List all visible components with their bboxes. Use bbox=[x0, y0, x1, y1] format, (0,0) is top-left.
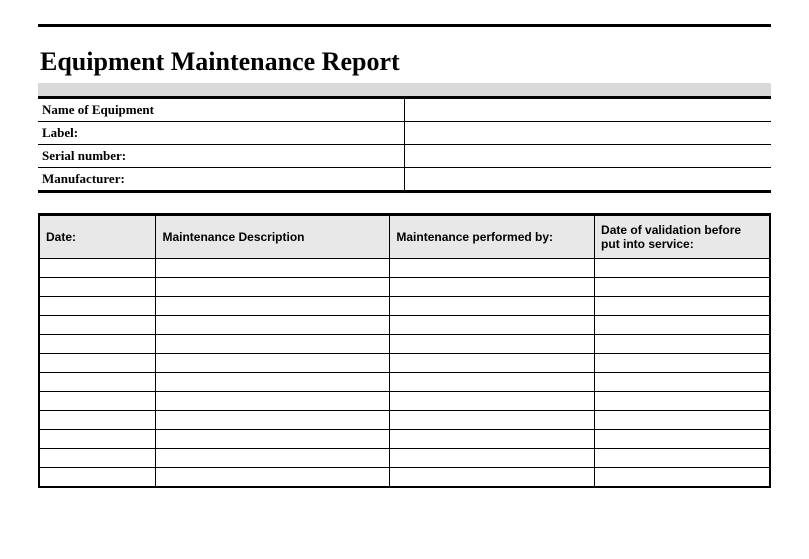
cell-performed-by bbox=[390, 335, 595, 354]
cell-validation bbox=[595, 297, 770, 316]
name-of-equipment-label: Name of Equipment bbox=[38, 99, 405, 122]
cell-date bbox=[39, 430, 156, 449]
report-title: Equipment Maintenance Report bbox=[38, 47, 771, 77]
cell-validation bbox=[595, 373, 770, 392]
cell-date bbox=[39, 278, 156, 297]
manufacturer-label: Manufacturer: bbox=[38, 168, 405, 192]
maintenance-log-table: Date: Maintenance Description Maintenanc… bbox=[38, 213, 771, 488]
table-row bbox=[39, 373, 770, 392]
cell-description bbox=[156, 449, 390, 468]
cell-description bbox=[156, 278, 390, 297]
cell-performed-by bbox=[390, 411, 595, 430]
cell-date bbox=[39, 259, 156, 278]
cell-date bbox=[39, 449, 156, 468]
log-body bbox=[39, 259, 770, 487]
info-row-serial: Serial number: bbox=[38, 145, 771, 168]
cell-description bbox=[156, 316, 390, 335]
cell-validation bbox=[595, 259, 770, 278]
table-row bbox=[39, 335, 770, 354]
title-gray-bar bbox=[38, 83, 771, 99]
cell-validation bbox=[595, 392, 770, 411]
table-row bbox=[39, 259, 770, 278]
name-of-equipment-value bbox=[405, 99, 772, 122]
cell-description bbox=[156, 392, 390, 411]
header-performed-by: Maintenance performed by: bbox=[390, 215, 595, 259]
header-date: Date: bbox=[39, 215, 156, 259]
table-row bbox=[39, 449, 770, 468]
cell-description bbox=[156, 373, 390, 392]
cell-performed-by bbox=[390, 449, 595, 468]
info-row-label: Label: bbox=[38, 122, 771, 145]
cell-description bbox=[156, 354, 390, 373]
cell-validation bbox=[595, 278, 770, 297]
cell-description bbox=[156, 468, 390, 487]
serial-number-value bbox=[405, 145, 772, 168]
cell-validation bbox=[595, 449, 770, 468]
cell-performed-by bbox=[390, 430, 595, 449]
cell-date bbox=[39, 354, 156, 373]
cell-description bbox=[156, 430, 390, 449]
header-description: Maintenance Description bbox=[156, 215, 390, 259]
info-row-manufacturer: Manufacturer: bbox=[38, 168, 771, 192]
cell-date bbox=[39, 468, 156, 487]
serial-number-label: Serial number: bbox=[38, 145, 405, 168]
cell-validation bbox=[595, 430, 770, 449]
cell-performed-by bbox=[390, 297, 595, 316]
cell-description bbox=[156, 335, 390, 354]
label-value bbox=[405, 122, 772, 145]
table-row bbox=[39, 278, 770, 297]
cell-date bbox=[39, 335, 156, 354]
log-header-row: Date: Maintenance Description Maintenanc… bbox=[39, 215, 770, 259]
cell-performed-by bbox=[390, 354, 595, 373]
table-row bbox=[39, 316, 770, 335]
cell-description bbox=[156, 411, 390, 430]
manufacturer-value bbox=[405, 168, 772, 192]
cell-validation bbox=[595, 411, 770, 430]
table-row bbox=[39, 354, 770, 373]
table-row bbox=[39, 430, 770, 449]
document-container: Equipment Maintenance Report Name of Equ… bbox=[38, 24, 771, 488]
top-rule bbox=[38, 24, 771, 27]
info-row-name: Name of Equipment bbox=[38, 99, 771, 122]
cell-validation bbox=[595, 335, 770, 354]
section-spacer bbox=[38, 193, 771, 213]
cell-date bbox=[39, 297, 156, 316]
cell-validation bbox=[595, 468, 770, 487]
cell-description bbox=[156, 259, 390, 278]
cell-performed-by bbox=[390, 278, 595, 297]
cell-validation bbox=[595, 354, 770, 373]
table-row bbox=[39, 392, 770, 411]
cell-performed-by bbox=[390, 259, 595, 278]
table-row bbox=[39, 468, 770, 487]
cell-date bbox=[39, 373, 156, 392]
header-validation: Date of validation before put into servi… bbox=[595, 215, 770, 259]
label-label: Label: bbox=[38, 122, 405, 145]
cell-description bbox=[156, 297, 390, 316]
cell-performed-by bbox=[390, 468, 595, 487]
cell-performed-by bbox=[390, 373, 595, 392]
cell-performed-by bbox=[390, 316, 595, 335]
equipment-info-table: Name of Equipment Label: Serial number: … bbox=[38, 99, 771, 193]
cell-validation bbox=[595, 316, 770, 335]
cell-date bbox=[39, 316, 156, 335]
cell-performed-by bbox=[390, 392, 595, 411]
table-row bbox=[39, 411, 770, 430]
cell-date bbox=[39, 392, 156, 411]
table-row bbox=[39, 297, 770, 316]
cell-date bbox=[39, 411, 156, 430]
